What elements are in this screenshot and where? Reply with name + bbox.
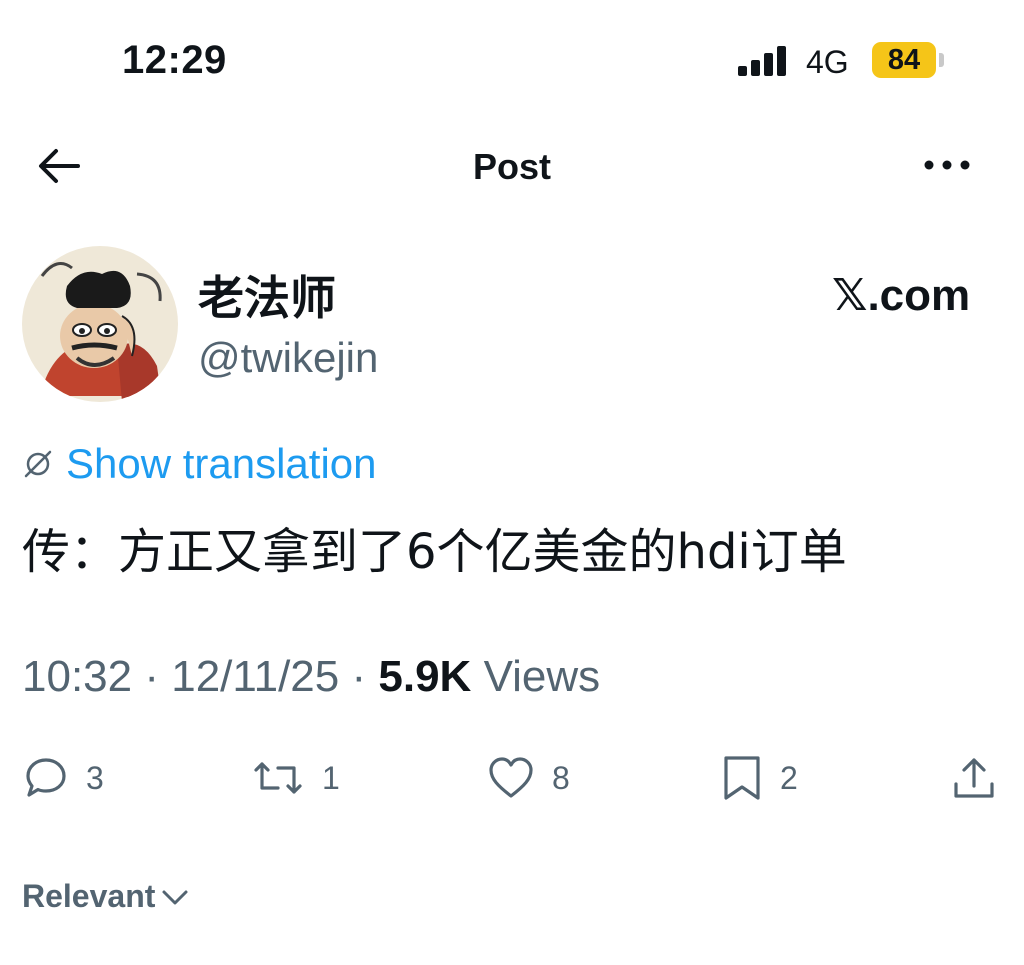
author-display-name[interactable]: 老法师: [198, 262, 336, 328]
views-count[interactable]: 5.9K: [378, 652, 471, 701]
avatar[interactable]: [22, 246, 178, 402]
meta-separator: ·: [351, 652, 367, 701]
show-translation-link[interactable]: Show translation: [22, 440, 377, 488]
chevron-down-icon: [162, 890, 188, 904]
author-handle[interactable]: @twikejin: [198, 334, 378, 382]
post-date: 12/11/25: [171, 652, 340, 701]
page-title: Post: [472, 146, 551, 187]
repost-button[interactable]: 1: [252, 756, 340, 800]
views-label: Views: [483, 652, 601, 701]
share-icon: [954, 758, 994, 798]
more-horizontal-icon: [924, 160, 970, 170]
bookmark-button[interactable]: 2: [722, 756, 798, 800]
repost-count: 1: [322, 759, 340, 796]
reply-icon: [26, 758, 66, 797]
show-translation-label: Show translation: [66, 440, 377, 487]
like-button[interactable]: 8: [488, 756, 570, 800]
bookmark-count: 2: [780, 759, 798, 796]
reply-button[interactable]: 3: [24, 756, 104, 800]
more-options-button[interactable]: [922, 150, 972, 180]
post-time: 10:32: [22, 652, 133, 701]
reply-count: 3: [86, 759, 104, 796]
battery-indicator: 84: [872, 42, 936, 78]
heart-icon: [489, 757, 533, 798]
network-type: 4G: [806, 44, 849, 80]
translate-icon: [24, 450, 52, 478]
avatar-illustration: [22, 246, 178, 402]
battery-cap: [939, 53, 944, 67]
meta-separator: ·: [144, 652, 159, 701]
post-meta: 10:32 · 12/11/25 · 5.9K Views: [22, 652, 600, 702]
status-time: 12:29: [122, 38, 227, 82]
reply-sort-dropdown[interactable]: Relevant: [22, 878, 189, 915]
reply-sort-label: Relevant: [22, 878, 156, 914]
brand-watermark: 𝕏.com: [832, 271, 971, 320]
bookmark-icon: [724, 756, 760, 800]
share-button[interactable]: [952, 756, 996, 800]
signal-strength-icon: [738, 44, 790, 76]
post-text: 传：方正又拿到了6个亿美金的hdi订单: [22, 524, 847, 580]
repost-icon: [254, 762, 302, 794]
like-count: 8: [552, 759, 570, 796]
